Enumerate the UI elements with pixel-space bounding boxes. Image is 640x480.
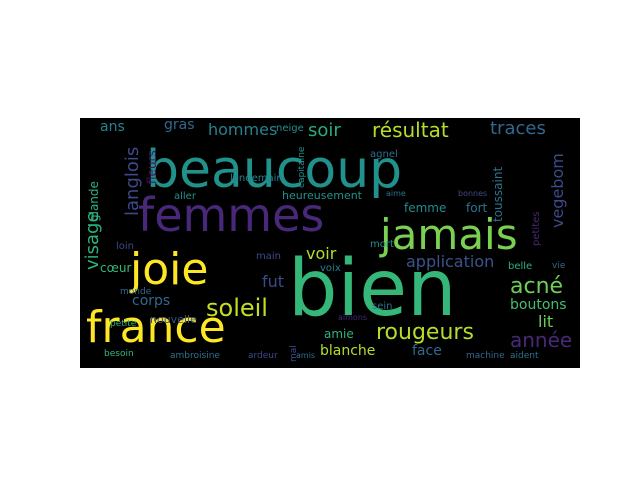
- word-machine: machine: [466, 351, 505, 361]
- word-fort: fort: [466, 201, 488, 215]
- word-aident: aident: [510, 351, 539, 361]
- word-joie: joie: [130, 244, 209, 295]
- word-vie: vie: [552, 261, 566, 271]
- word-gras: gras: [164, 118, 195, 133]
- word-soleil: soleil: [206, 294, 268, 322]
- word-langlois: langlois: [122, 146, 143, 216]
- word-mort: mort: [370, 239, 394, 250]
- word-lendemain: lendemain: [230, 173, 283, 184]
- word-lit: lit: [538, 312, 554, 331]
- word-soir: soir: [308, 120, 341, 141]
- word-aime: aime: [386, 189, 406, 198]
- word-besoin: besoin: [104, 349, 134, 359]
- word-petites: petites: [531, 211, 542, 246]
- word-neige: neige: [276, 123, 304, 134]
- word-coeur: cœur: [100, 261, 132, 275]
- word-rougeurs: rougeurs: [376, 320, 474, 345]
- word-ardeur: ardeur: [248, 351, 278, 361]
- word-amis: amis: [296, 351, 316, 360]
- word-face: face: [412, 343, 442, 359]
- word-heureusement: heureusement: [282, 189, 362, 202]
- word-bonnes: bonnes: [458, 189, 488, 198]
- word-glande: glande: [87, 181, 101, 222]
- word-hommes: hommes: [208, 120, 278, 139]
- word-toussaint: toussaint: [491, 166, 505, 222]
- word-ambroisine: ambroisine: [170, 351, 220, 361]
- word-monde: monde: [120, 287, 152, 297]
- word-traces: traces: [490, 118, 546, 139]
- word-nouvelle: nouvelle: [150, 313, 197, 326]
- word-fleurs: fleurs: [145, 150, 159, 184]
- word-petite: petite: [110, 319, 137, 329]
- word-voix: voix: [320, 263, 341, 274]
- word-boutons: boutons: [510, 297, 567, 313]
- word-fut: fut: [262, 272, 285, 291]
- word-aimons: aimons: [338, 313, 368, 322]
- word-sein: sein: [372, 301, 393, 312]
- word-annee: année: [510, 328, 573, 352]
- word-agnel: agnel: [370, 149, 398, 160]
- word-ans: ans: [100, 119, 125, 135]
- word-belle: belle: [508, 261, 533, 272]
- word-aller: aller: [174, 191, 196, 202]
- word-cloud: beaucoup bien femmes jamais joie france …: [80, 118, 580, 368]
- word-acne: acné: [510, 274, 564, 299]
- word-application: application: [406, 252, 495, 271]
- word-blanche: blanche: [320, 343, 376, 359]
- word-femme: femme: [404, 201, 447, 215]
- word-capitaine: capitaine: [297, 146, 307, 188]
- word-resultat: résultat: [372, 118, 449, 142]
- word-vegebom: vegebom: [548, 153, 567, 228]
- word-voir: voir: [306, 244, 337, 263]
- word-amie: amie: [324, 327, 354, 341]
- word-loin: loin: [116, 241, 135, 252]
- word-main: main: [256, 251, 281, 262]
